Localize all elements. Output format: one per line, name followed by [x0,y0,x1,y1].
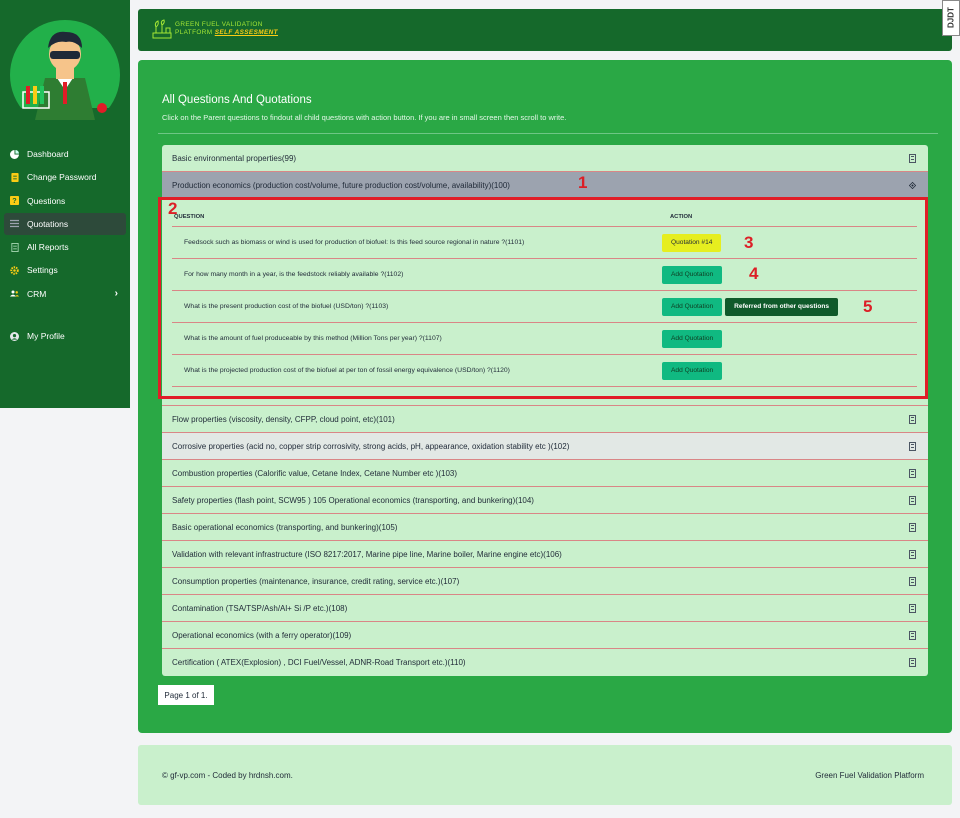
bracket-icon [909,154,916,163]
brand-name: GREEN FUEL VALIDATION [175,21,263,28]
accordion-item[interactable]: Combustion properties (Calorific value, … [162,460,928,487]
sidebar-item-questions[interactable]: ? Questions [4,190,126,212]
user-circle-icon [10,331,19,341]
accordion-item-label: Combustion properties (Calorific value, … [172,468,458,478]
brand-logo[interactable]: GREEN FUEL VALIDATION PLATFORM SELF ASSE… [152,19,278,39]
accordion-item[interactable]: Basic operational economics (transportin… [162,514,928,541]
sidebar-item-dashboard[interactable]: Dashboard [4,143,126,165]
users-icon [10,289,19,298]
sidebar-item-settings[interactable]: Settings [4,259,126,281]
list-icon [10,219,19,228]
bracket-icon [909,523,916,532]
sidebar: Dashboard Change Password ? Questions Qu… [0,0,130,408]
accordion-item[interactable]: Validation with relevant infrastructure … [162,541,928,568]
pie-chart-icon [10,149,19,159]
top-header: GREEN FUEL VALIDATION PLATFORM SELF ASSE… [138,9,952,51]
sidebar-item-quotations[interactable]: Quotations [4,212,126,235]
divider [158,133,938,134]
sidebar-item-label: Settings [27,265,58,276]
accordion-item[interactable]: Safety properties (flash point, SCW95 ) … [162,487,928,514]
bracket-icon [909,442,916,451]
bracket-icon [909,658,916,667]
annotation-marker-4: 4 [749,264,759,283]
sidebar-nav: Dashboard Change Password ? Questions Qu… [4,143,126,348]
question-icon: ? [10,196,19,206]
accordion-item-label: Corrosive properties (acid no, copper st… [172,441,570,451]
accordion-item[interactable]: Corrosive properties (acid no, copper st… [162,433,928,460]
sidebar-item-change-password[interactable]: Change Password [4,166,126,188]
accordion-item-label: Consumption properties (maintenance, ins… [172,576,460,586]
footer-brand: Green Fuel Validation Platform [815,771,924,780]
accordion-item-label: Basic operational economics (transportin… [172,522,398,532]
debug-toolbar-toggle[interactable]: DJDT [942,0,960,36]
bracket-icon [909,550,916,559]
accordion-item-label: Production economics (production cost/vo… [172,180,510,190]
sidebar-item-label: Quotations [27,218,69,229]
footer-copyright: © gf-vp.com - Coded by hrdnsh.com. [162,771,293,780]
annotation-marker-1: 1 [578,173,588,192]
sidebar-item-label: All Reports [27,242,69,253]
accordion-item-label: Contamination (TSA/TSP/Ash/Al+ Si /P etc… [172,603,348,613]
sidebar-item-my-profile[interactable]: My Profile [4,325,126,347]
sidebar-item-crm[interactable]: CRM › [4,283,126,305]
accordion-item[interactable]: Certification ( ATEX(Explosion) , DCI Fu… [162,649,928,676]
chevron-right-icon: › [114,288,118,300]
document-icon [10,172,19,182]
footer: © gf-vp.com - Coded by hrdnsh.com. Green… [138,745,952,805]
accordion-item-label: Validation with relevant infrastructure … [172,549,562,559]
annotation-marker-5: 5 [863,297,873,316]
annotation-highlight-box [158,197,928,399]
accordion-item[interactable]: Flow properties (viscosity, density, CFP… [162,406,928,433]
accordion-item-label: Safety properties (flash point, SCW95 ) … [172,495,534,505]
sidebar-item-label: Questions [27,195,66,206]
sidebar-item-label: Dashboard [27,149,69,159]
leaf-logo-icon [152,19,172,39]
accordion-item-label: Basic environmental properties(99) [172,153,297,163]
pagination-label: Page 1 of 1. [158,685,214,705]
accordion-item-active[interactable]: Production economics (production cost/vo… [162,172,928,199]
bracket-icon [909,496,916,505]
brand-tag: SELF ASSESMENT [214,29,278,36]
bracket-icon [909,415,916,424]
accordion-item[interactable]: Basic environmental properties(99) [162,145,928,172]
sidebar-item-all-reports[interactable]: All Reports [4,236,126,258]
annotation-marker-2: 2 [168,199,178,218]
accordion-item[interactable]: Consumption properties (maintenance, ins… [162,568,928,595]
accordion-item-label: Flow properties (viscosity, density, CFP… [172,414,395,424]
page-title: All Questions And Quotations [162,94,312,106]
sidebar-item-label: CRM [27,288,47,299]
accordion-item-label: Operational economics (with a ferry oper… [172,630,352,640]
report-icon [10,242,19,252]
accordion-item[interactable]: Operational economics (with a ferry oper… [162,622,928,649]
bracket-icon [909,631,916,640]
page-subtitle: Click on the Parent questions to findout… [162,113,567,122]
accordion-item-label: Certification ( ATEX(Explosion) , DCI Fu… [172,658,466,667]
svg-text:?: ? [12,196,16,205]
sidebar-item-label: My Profile [27,331,65,342]
bracket-icon [909,604,916,613]
sidebar-item-label: Change Password [27,172,97,183]
annotation-marker-3: 3 [744,233,754,252]
bracket-icon [909,577,916,586]
diamond-icon [909,181,916,190]
bracket-icon [909,469,916,478]
avatar [10,20,120,120]
accordion-item[interactable]: Contamination (TSA/TSP/Ash/Al+ Si /P etc… [162,595,928,622]
brand-name-suffix: PLATFORM [175,29,213,36]
gear-icon [10,266,19,275]
